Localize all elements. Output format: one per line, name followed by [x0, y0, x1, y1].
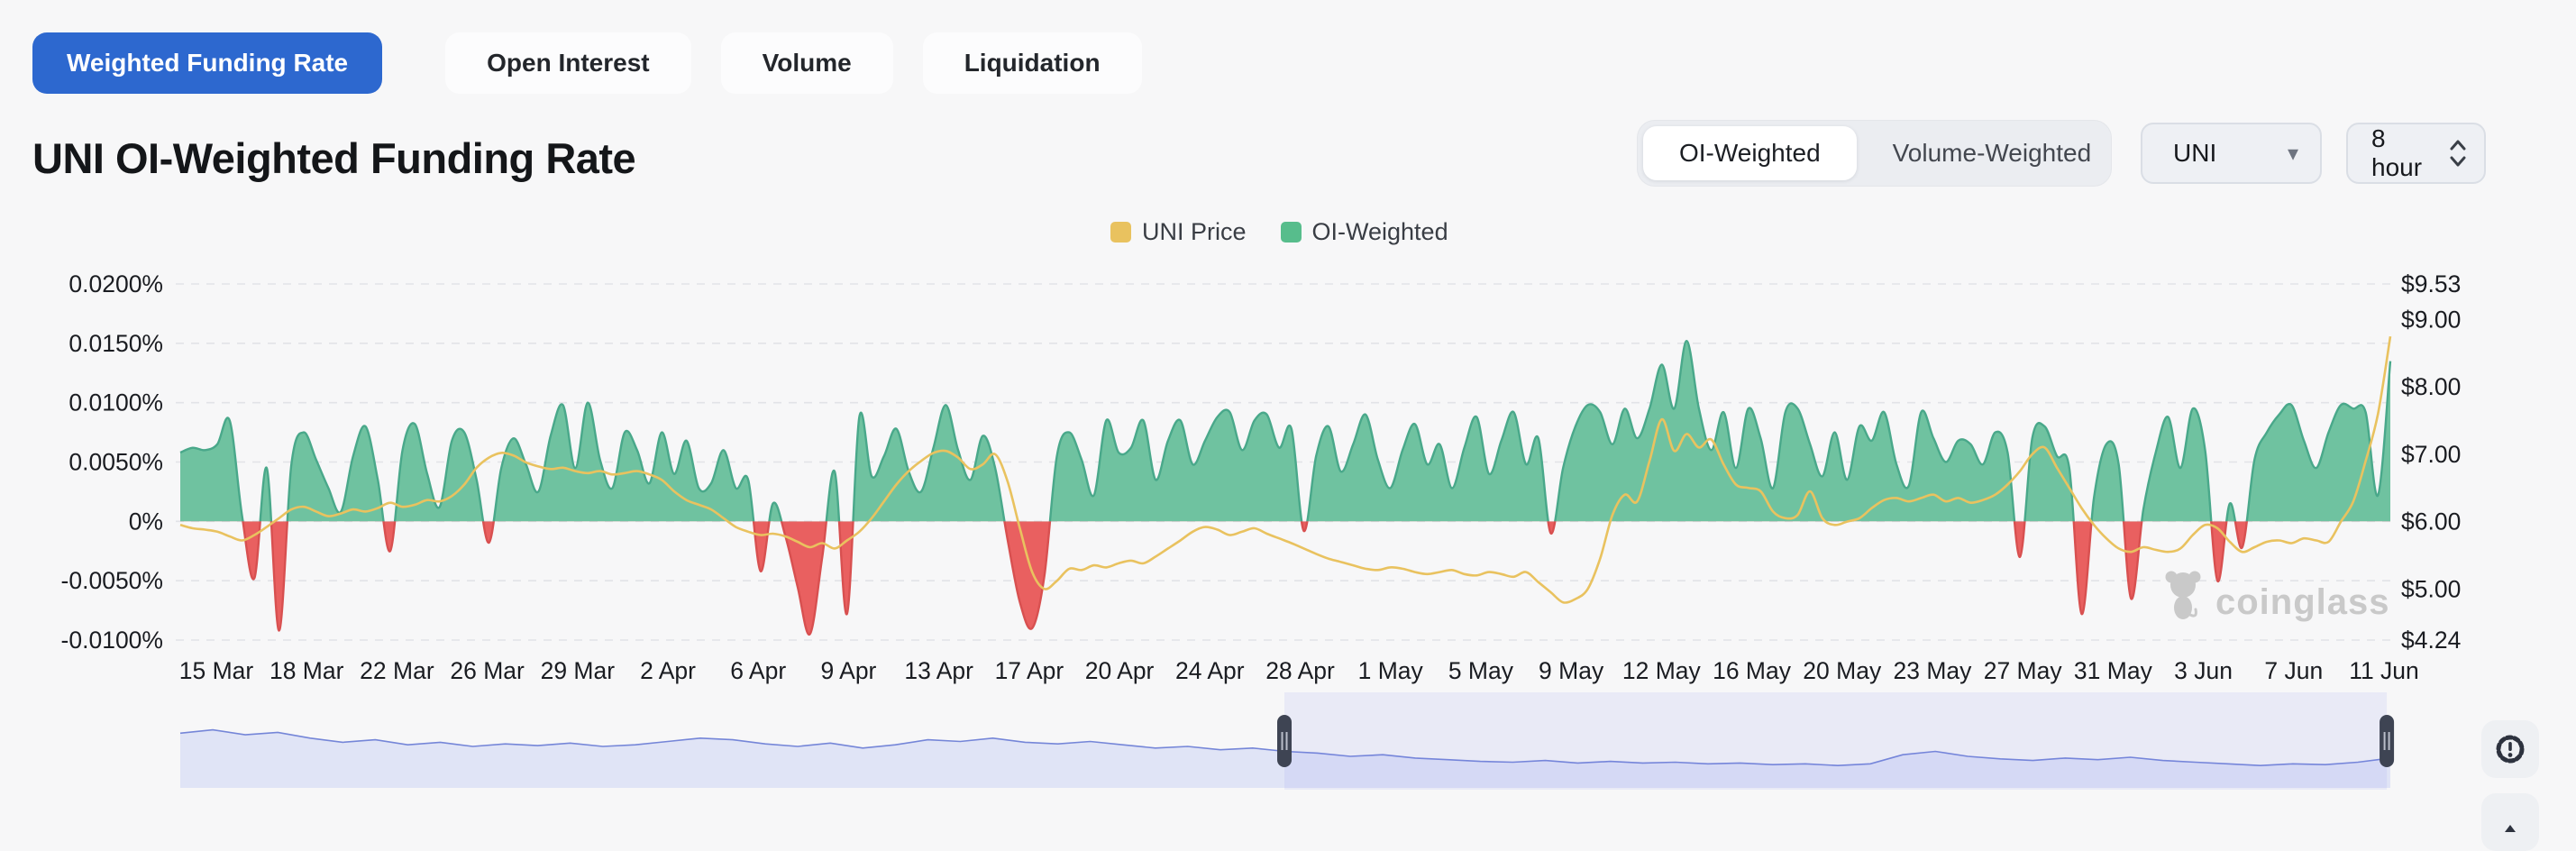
x-tick-label: 2 Apr [640, 657, 696, 684]
symbol-select-value: UNI [2173, 139, 2217, 167]
segment-oi-weighted[interactable]: OI-Weighted [1643, 126, 1857, 180]
interval-select[interactable]: 8 hour [2346, 123, 2486, 184]
y-left-tick-label: -0.0100% [61, 627, 163, 654]
x-tick-label: 11 Jun [2349, 657, 2419, 684]
x-tick-label: 9 May [1539, 657, 1604, 684]
chart-series [179, 335, 2392, 636]
navigator-right-handle[interactable] [2380, 715, 2395, 767]
badge-alert-icon [2496, 735, 2525, 764]
x-tick-label: 24 Apr [1175, 657, 1245, 684]
tab-open-interest[interactable]: Open Interest [445, 32, 691, 94]
x-tick-label: 9 Apr [821, 657, 877, 684]
segment-volume-weighted[interactable]: Volume-Weighted [1857, 126, 2128, 180]
symbol-select[interactable]: UNI ▾ [2141, 123, 2322, 184]
coinglass-watermark: coinglass [2165, 571, 2390, 622]
coinglass-bull-logo-icon [2165, 571, 2201, 619]
camera-button[interactable] [2481, 793, 2539, 851]
y-left-tick-label: 0.0050% [69, 449, 163, 476]
interval-select-value: 8 hour [2371, 124, 2423, 181]
x-tick-label: 16 May [1713, 657, 1792, 684]
x-tick-label: 27 May [1984, 657, 2063, 684]
navigator-left-handle[interactable] [1277, 715, 1293, 767]
y-right-tick-label: $9.53 [2401, 270, 2461, 297]
y-left-tick-label: 0.0100% [69, 389, 163, 416]
x-tick-label: 26 Mar [450, 657, 525, 684]
watermark-text: coinglass [2215, 582, 2390, 622]
y-right-tick-label: $5.00 [2401, 575, 2461, 602]
tab-weighted-funding-rate[interactable]: Weighted Funding Rate [32, 32, 383, 94]
x-tick-label: 22 Mar [360, 657, 434, 684]
weighting-toggle: OI-Weighted Volume-Weighted [1637, 120, 2112, 187]
tab-liquidation[interactable]: Liquidation [922, 32, 1142, 94]
tab-volume[interactable]: Volume [720, 32, 893, 94]
x-tick-label: 7 Jun [2264, 657, 2323, 684]
y-left-tick-label: 0.0150% [69, 330, 163, 357]
legend-label-uni-price: UNI Price [1142, 218, 1247, 245]
x-tick-label: 6 Apr [730, 657, 786, 684]
funding-area-positive [180, 341, 2390, 522]
page-title: UNI OI-Weighted Funding Rate [32, 134, 636, 182]
caret-down-icon: ▾ [2287, 141, 2298, 166]
x-tick-label: 17 Apr [995, 657, 1064, 684]
up-down-chevrons-icon [2450, 140, 2466, 167]
y-left-tick-label: 0.0200% [69, 270, 163, 297]
y-right-tick-label: $6.00 [2401, 508, 2461, 535]
x-tick-label: 12 May [1622, 657, 1702, 684]
funding-rate-page: Weighted Funding Rate Open Interest Volu… [0, 0, 2576, 851]
navigator-selection[interactable] [1284, 692, 2388, 790]
chart-type-tabs: Weighted Funding Rate Open Interest Volu… [32, 32, 1172, 94]
x-tick-label: 29 Mar [541, 657, 616, 684]
x-tick-label: 1 May [1358, 657, 1424, 684]
legend-item-uni-price[interactable]: UNI Price [1110, 218, 1247, 246]
x-tick-label: 13 Apr [904, 657, 973, 684]
funding-rate-chart: coinglass 0.0200% 0.0150% 0.0100% 0.0050% 0%… [61, 270, 2461, 790]
x-tick-label: 3 Jun [2174, 657, 2233, 684]
y-right-tick-label: $4.24 [2401, 627, 2461, 654]
legend: UNI Price OI-Weighted [1110, 218, 1448, 246]
range-navigator[interactable] [179, 692, 2395, 790]
x-tick-label: 15 Mar [179, 657, 254, 684]
y-right-tick-label: $9.00 [2401, 307, 2461, 334]
y-left-tick-label: 0% [129, 508, 163, 535]
camera-icon [2505, 825, 2516, 832]
x-tick-label: 28 Apr [1265, 657, 1335, 684]
y-right-tick-label: $7.00 [2401, 441, 2461, 468]
legend-label-oi-weighted: OI-Weighted [1311, 218, 1448, 245]
uni-price-swatch-icon [1110, 222, 1131, 242]
legend-item-oi-weighted[interactable]: OI-Weighted [1280, 218, 1448, 246]
x-tick-label: 23 May [1894, 657, 1973, 684]
x-tick-label: 20 Apr [1085, 657, 1155, 684]
y-left-tick-label: -0.0050% [61, 567, 163, 594]
x-tick-label: 31 May [2074, 657, 2153, 684]
alert-settings-button[interactable] [2481, 720, 2539, 778]
x-tick-label: 18 Mar [269, 657, 344, 684]
x-tick-label: 5 May [1448, 657, 1514, 684]
oi-weighted-swatch-icon [1280, 222, 1302, 242]
x-tick-label: 20 May [1803, 657, 1882, 684]
y-right-tick-label: $8.00 [2401, 373, 2461, 400]
